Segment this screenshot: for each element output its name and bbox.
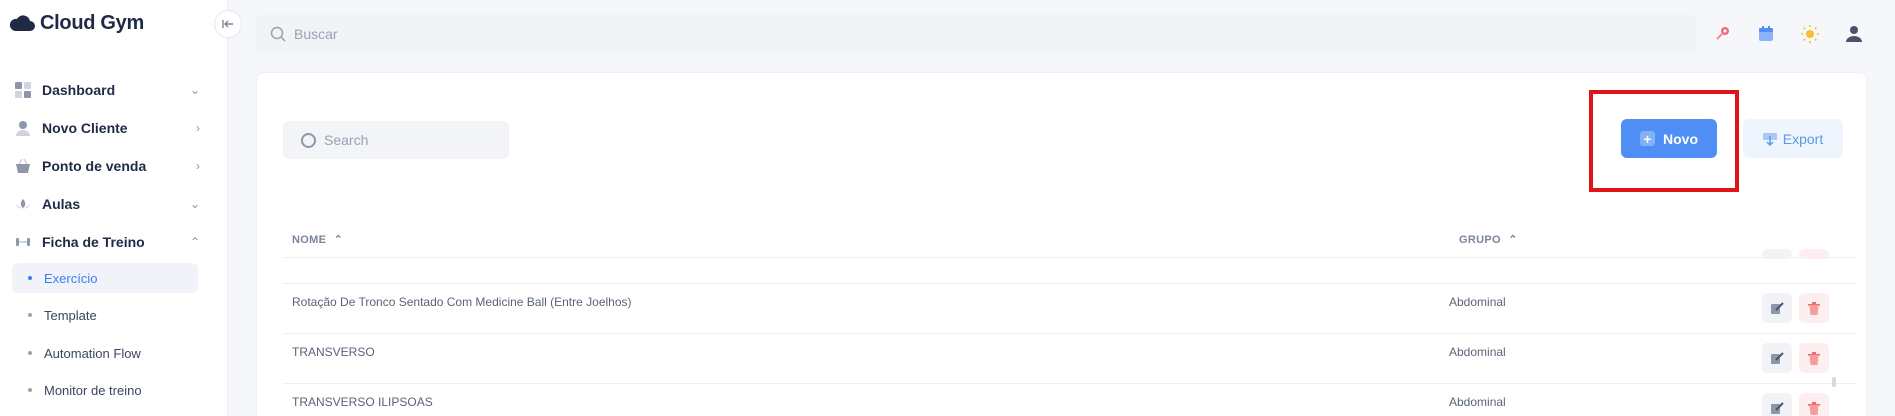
dumbbell-icon bbox=[14, 233, 32, 251]
edit-icon bbox=[1770, 351, 1784, 364]
cell-grupo: Abdominal bbox=[1449, 295, 1506, 309]
sidebar-subitem-label: Monitor de treino bbox=[44, 382, 142, 398]
lotus-icon bbox=[14, 195, 32, 213]
cell-nome: TRANSVERSO ILIPSOAS bbox=[292, 395, 433, 409]
table-scrollbar[interactable] bbox=[1832, 259, 1836, 416]
sidebar-item-ficha-de-treino[interactable]: Ficha de Treino ⌃ bbox=[14, 230, 200, 254]
row-divider bbox=[283, 383, 1857, 384]
sidebar-subitem-label: Automation Flow bbox=[44, 345, 141, 361]
export-button-label: Export bbox=[1782, 130, 1824, 147]
sidebar-subitem-label: Exercício bbox=[44, 270, 98, 286]
bullet-icon bbox=[28, 313, 32, 317]
edit-button[interactable] bbox=[1762, 393, 1792, 416]
sidebar-item-label: Novo Cliente bbox=[42, 120, 128, 136]
trash-icon bbox=[1808, 401, 1820, 415]
header-divider bbox=[283, 257, 1857, 258]
edit-button[interactable] bbox=[1762, 293, 1792, 323]
sidebar-item-label: Ponto de venda bbox=[42, 158, 147, 174]
row-divider bbox=[283, 283, 1857, 284]
user-icon[interactable] bbox=[1842, 22, 1866, 46]
sidebar-item-novo-cliente[interactable]: Novo Cliente › bbox=[14, 116, 200, 140]
chevron-right-icon: › bbox=[196, 159, 200, 173]
person-icon bbox=[14, 119, 32, 137]
delete-button[interactable] bbox=[1799, 393, 1829, 416]
bullet-icon bbox=[28, 388, 32, 392]
chevron-up-icon: ⌃ bbox=[189, 235, 200, 249]
sort-up-icon: ⌃ bbox=[333, 234, 344, 246]
cell-grupo: Abdominal bbox=[1449, 345, 1506, 359]
table-search-placeholder: Search bbox=[324, 132, 369, 148]
cell-nome: TRANSVERSO bbox=[292, 345, 375, 359]
sidebar-subitem-template[interactable]: Template bbox=[12, 300, 198, 330]
chevron-down-icon: ⌄ bbox=[189, 83, 200, 97]
brand-name: Cloud Gym bbox=[40, 11, 144, 34]
sidebar-item-dashboard[interactable]: Dashboard ⌄ bbox=[14, 78, 200, 102]
sidebar-subitem-automation-flow[interactable]: Automation Flow bbox=[12, 338, 198, 368]
sidebar-subitem-monitor-de-treino[interactable]: Monitor de treino bbox=[12, 375, 198, 405]
basket-icon bbox=[14, 157, 32, 175]
edit-icon bbox=[1770, 301, 1784, 314]
search-icon bbox=[270, 26, 286, 42]
trash-icon bbox=[1808, 351, 1820, 365]
dashboard-icon bbox=[14, 81, 32, 99]
bullet-icon bbox=[28, 351, 32, 355]
brand-logo[interactable]: Cloud Gym bbox=[8, 12, 144, 34]
sidebar-item-label: Dashboard bbox=[42, 82, 116, 98]
search-icon bbox=[301, 132, 316, 148]
global-search-placeholder: Buscar bbox=[294, 26, 338, 42]
export-button[interactable]: Export bbox=[1743, 119, 1843, 158]
collapse-left-icon bbox=[222, 20, 233, 28]
exercise-list-card: Search + Novo Export NOME ⌃ GRUPO ⌃ Rota… bbox=[256, 72, 1867, 416]
sun-icon[interactable] bbox=[1798, 22, 1822, 46]
cloud-icon bbox=[9, 15, 35, 31]
delete-button[interactable] bbox=[1799, 343, 1829, 373]
sidebar-item-label: Ficha de Treino bbox=[42, 234, 145, 250]
sidebar: Cloud Gym Dashboard ⌄ Novo Cliente › Pon… bbox=[0, 0, 228, 416]
column-header-label: NOME bbox=[292, 234, 327, 246]
edit-icon bbox=[1770, 401, 1784, 414]
sidebar-item-ponto-de-venda[interactable]: Ponto de venda › bbox=[14, 154, 200, 178]
highlight-box bbox=[1589, 90, 1739, 192]
bullet-icon bbox=[28, 276, 32, 280]
chevron-right-icon: › bbox=[196, 121, 200, 135]
scrollbar-thumb[interactable] bbox=[1832, 377, 1836, 387]
sidebar-item-label: Aulas bbox=[42, 196, 81, 212]
column-header-nome[interactable]: NOME ⌃ bbox=[292, 233, 343, 246]
edit-button[interactable] bbox=[1762, 343, 1792, 373]
edit-button[interactable] bbox=[1762, 249, 1792, 259]
sidebar-subitem-exercicio[interactable]: Exercício bbox=[12, 263, 198, 293]
sidebar-item-aulas[interactable]: Aulas ⌄ bbox=[14, 192, 200, 216]
collapse-sidebar-button[interactable] bbox=[214, 10, 242, 38]
sort-up-icon: ⌃ bbox=[1508, 234, 1518, 246]
row-divider bbox=[283, 333, 1857, 334]
export-icon bbox=[1762, 132, 1777, 146]
calendar-icon[interactable] bbox=[1754, 22, 1778, 46]
column-header-grupo[interactable]: GRUPO ⌃ bbox=[1459, 233, 1518, 246]
delete-button[interactable] bbox=[1799, 293, 1829, 323]
table-search-input[interactable]: Search bbox=[283, 121, 509, 159]
topbar-actions bbox=[1710, 22, 1866, 46]
cell-nome: Rotação De Tronco Sentado Com Medicine B… bbox=[292, 295, 632, 309]
rocket-icon[interactable] bbox=[1710, 22, 1734, 46]
delete-button[interactable] bbox=[1799, 249, 1829, 259]
column-header-label: GRUPO bbox=[1459, 234, 1501, 246]
cell-grupo: Abdominal bbox=[1449, 395, 1506, 409]
chevron-down-icon: ⌄ bbox=[189, 197, 200, 211]
trash-icon bbox=[1808, 301, 1820, 315]
global-search-input[interactable]: Buscar bbox=[256, 15, 1696, 53]
sidebar-subitem-label: Template bbox=[44, 307, 97, 323]
